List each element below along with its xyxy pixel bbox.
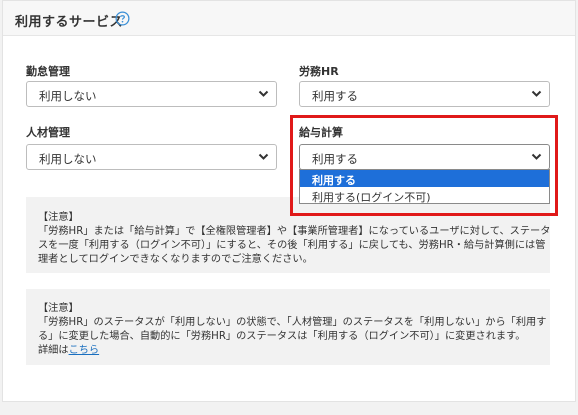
notice-text-line: る」に変更した場合、自動的に「労務HR」のステータスは「利用する（ログイン不可）… [38,331,526,342]
chevron-down-icon [258,153,269,160]
notice-heading: 【注意】 [38,212,79,223]
talent-label: 人材管理 [26,126,70,139]
card-header: 利用するサービス [3,1,575,36]
attendance-label: 勤怠管理 [26,65,70,78]
notice-box-status: 【注意】 「労務HR」のステータスが「利用しない」の状態で、「人材管理」のステー… [26,289,550,365]
detail-link[interactable]: こちら [69,345,100,356]
notice-text-line: 理者としてログインできなくなりますのでご注意ください。 [38,254,313,265]
attendance-select[interactable]: 利用しない [26,81,277,107]
notice-text-line: スを一度「利用する（ログイン不可）」にすると、その後「利用する」に戻しても、労務… [38,240,546,251]
card-title: 利用するサービス [15,15,124,30]
chevron-down-icon [531,90,542,97]
notice-text-line: 「労務HR」または「給与計算」で【全権限管理者】や【事業所管理者】になっているユ… [38,226,551,237]
notice-detail-line: 詳細はこちら [38,341,99,356]
notice-heading: 【注意】 [38,303,79,314]
question-circle-icon[interactable] [115,11,130,26]
notice-detail-prefix: 詳細は [38,345,69,356]
romu-hr-label: 労務HR [299,65,339,78]
notice-text-line: 「労務HR」のステータスが「利用しない」の状態で、「人材管理」のステータスを「利… [38,317,547,328]
payroll-label: 給与計算 [299,126,343,139]
romu-hr-select[interactable]: 利用する [299,81,550,107]
chevron-down-icon [258,90,269,97]
talent-select-value: 利用しない [39,152,97,166]
attendance-select-value: 利用しない [39,89,97,103]
talent-select[interactable]: 利用しない [26,144,277,170]
romu-hr-select-value: 利用する [312,89,358,103]
